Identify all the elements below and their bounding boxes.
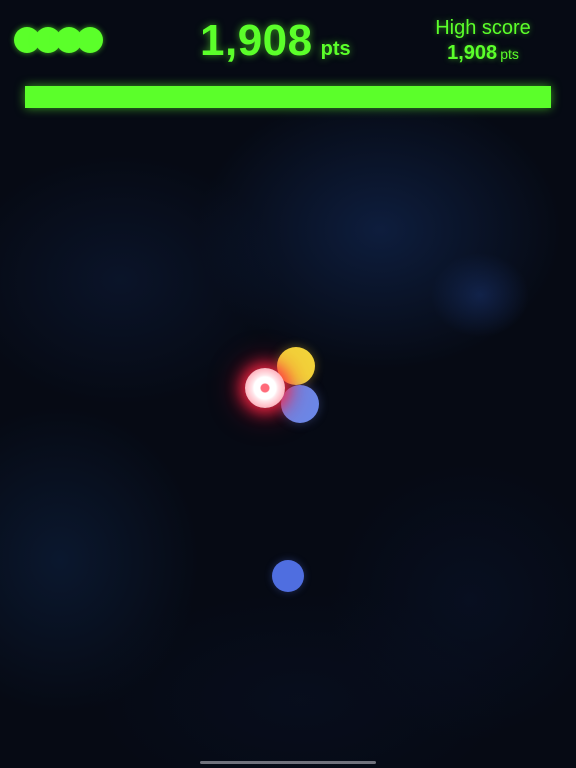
light-blue-orb — [281, 385, 319, 423]
progress-bar-fill — [25, 86, 551, 108]
high-score-unit: pts — [500, 46, 519, 62]
high-score-row: 1,908 pts — [418, 40, 548, 67]
score-unit: pts — [320, 38, 351, 60]
high-score-display: High score 1,908 pts — [418, 16, 548, 67]
blue-orb — [272, 560, 304, 592]
score-value: 1,908 — [200, 16, 313, 65]
life-icon — [77, 27, 103, 53]
score-display: 1,908 pts — [200, 14, 400, 68]
player-orb[interactable] — [245, 368, 285, 408]
high-score-value: 1,908 — [447, 42, 498, 64]
progress-bar — [25, 86, 551, 108]
lives-indicator — [14, 27, 104, 53]
home-indicator[interactable] — [200, 761, 376, 764]
game-stage[interactable]: 1,908 pts High score 1,908 pts — [0, 0, 576, 768]
high-score-label: High score — [435, 17, 531, 39]
